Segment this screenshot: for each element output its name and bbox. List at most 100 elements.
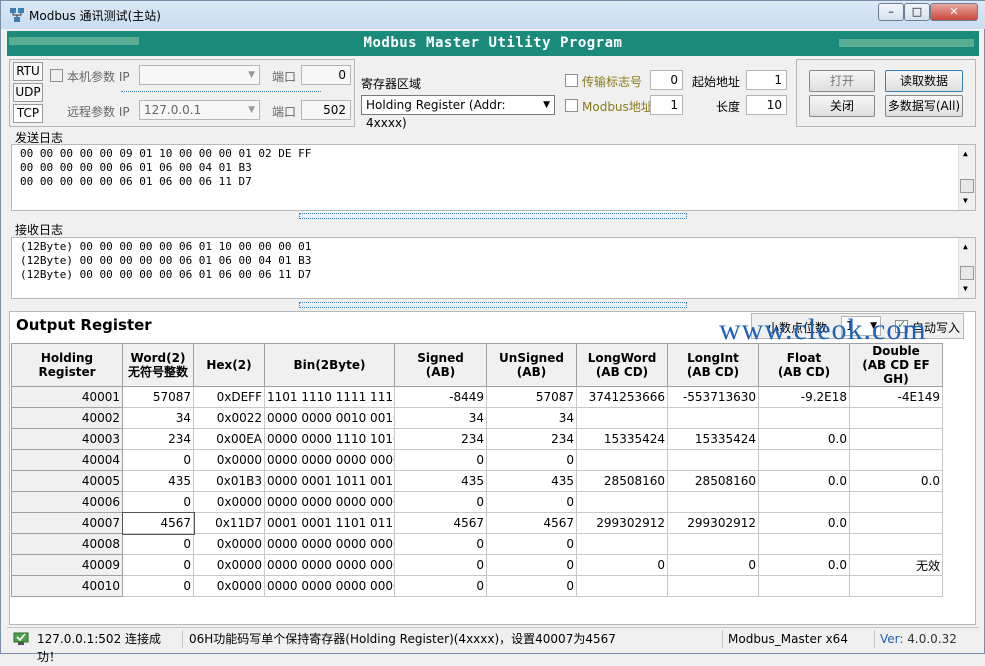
table-cell[interactable]: 0: [486, 554, 577, 576]
table-cell[interactable]: 4567: [394, 512, 487, 534]
table-cell[interactable]: [667, 407, 759, 429]
register-area-select[interactable]: Holding Register (Addr: 4xxxx) ▼: [361, 95, 555, 130]
table-cell[interactable]: 0: [122, 491, 194, 513]
protocol-udp-button[interactable]: UDP: [13, 83, 43, 102]
table-cell[interactable]: 0: [122, 533, 194, 555]
column-header[interactable]: Double (AB CD EF GH): [849, 343, 943, 387]
column-header[interactable]: Hex(2): [193, 343, 265, 387]
table-cell[interactable]: 15335424: [667, 428, 759, 450]
table-cell[interactable]: 0x01B3: [193, 470, 265, 492]
table-row[interactable]: 40008 0 0x0000 0000 0000 0000 0000 0 0: [11, 533, 943, 555]
local-port-field[interactable]: 0: [301, 65, 351, 85]
maximize-button[interactable]: □: [904, 3, 930, 21]
table-cell[interactable]: [576, 533, 668, 555]
register-address-cell[interactable]: 40006: [11, 491, 123, 513]
table-cell[interactable]: 34: [394, 407, 487, 429]
table-cell[interactable]: 435: [486, 470, 577, 492]
table-row[interactable]: 40007 4567 0x11D7 0001 0001 1101 0111 4567 45…: [11, 511, 943, 535]
table-cell[interactable]: [849, 449, 943, 471]
table-cell[interactable]: [849, 491, 943, 513]
remote-port-field[interactable]: 502: [301, 100, 351, 120]
table-cell[interactable]: 0: [394, 533, 487, 555]
table-row[interactable]: 40002 34 0x0022 0000 0000 0010 0010 34 34: [11, 407, 943, 429]
table-cell[interactable]: 0000 0000 0000 0000: [264, 533, 395, 555]
transfer-flag-field[interactable]: 0: [650, 70, 683, 90]
table-cell[interactable]: 299302912: [576, 512, 668, 534]
column-header[interactable]: Bin(2Byte): [264, 343, 395, 387]
table-cell[interactable]: [667, 575, 759, 597]
table-cell[interactable]: 4567: [121, 511, 195, 535]
table-cell[interactable]: 28508160: [667, 470, 759, 492]
modbus-addr-checkbox[interactable]: [565, 99, 578, 112]
table-cell[interactable]: 0000 0001 1011 0011: [264, 470, 395, 492]
table-cell[interactable]: 0x0000: [193, 449, 265, 471]
table-cell[interactable]: 3741253666: [576, 386, 668, 408]
table-cell[interactable]: 0: [576, 554, 668, 576]
local-ip-select[interactable]: ▼: [139, 65, 260, 85]
table-cell[interactable]: [758, 491, 850, 513]
length-field[interactable]: 10: [746, 95, 787, 115]
table-cell[interactable]: 0.0: [758, 554, 850, 576]
table-cell[interactable]: 0: [486, 575, 577, 597]
scroll-up-icon[interactable]: ▲: [963, 240, 968, 254]
table-cell[interactable]: 0x0022: [193, 407, 265, 429]
table-cell[interactable]: [758, 407, 850, 429]
table-cell[interactable]: 0000 0000 1110 1010: [264, 428, 395, 450]
table-cell[interactable]: 435: [122, 470, 194, 492]
table-cell[interactable]: [849, 512, 943, 534]
table-cell[interactable]: 0000 0000 0010 0010: [264, 407, 395, 429]
table-row[interactable]: 40005 435 0x01B3 0000 0001 1011 0011 435 435 2…: [11, 470, 943, 492]
table-cell[interactable]: [667, 533, 759, 555]
table-cell[interactable]: 0x0000: [193, 491, 265, 513]
local-params-checkbox[interactable]: [50, 69, 63, 82]
table-cell[interactable]: [849, 533, 943, 555]
open-button[interactable]: 打开: [809, 70, 875, 92]
splitter-handle[interactable]: [299, 213, 687, 219]
protocol-tcp-button[interactable]: TCP: [13, 104, 43, 123]
table-cell[interactable]: 57087: [122, 386, 194, 408]
table-cell[interactable]: 0000 0000 0000 0000: [264, 554, 395, 576]
recv-log-scrollbar[interactable]: ▲ ▼: [958, 238, 975, 298]
scroll-thumb[interactable]: [960, 179, 974, 193]
table-cell[interactable]: [849, 575, 943, 597]
column-header[interactable]: UnSigned (AB): [486, 343, 577, 387]
register-address-cell[interactable]: 40007: [11, 512, 123, 534]
close-window-button[interactable]: ✕: [930, 3, 978, 21]
table-cell[interactable]: 57087: [486, 386, 577, 408]
table-cell[interactable]: 0: [394, 575, 487, 597]
table-cell[interactable]: -4E149: [849, 386, 943, 408]
table-cell[interactable]: 0x11D7: [193, 512, 265, 534]
table-row[interactable]: 40001 57087 0xDEFF 1101 1110 1111 1111 -8449…: [11, 386, 943, 408]
table-cell[interactable]: 34: [122, 407, 194, 429]
close-button[interactable]: 关闭: [809, 95, 875, 117]
table-cell[interactable]: 0: [486, 449, 577, 471]
table-cell[interactable]: 0x0000: [193, 554, 265, 576]
column-header[interactable]: LongInt (AB CD): [667, 343, 759, 387]
modbus-addr-field[interactable]: 1: [650, 95, 683, 115]
table-cell[interactable]: -8449: [394, 386, 487, 408]
multi-write-button[interactable]: 多数据写(All): [885, 95, 963, 117]
protocol-rtu-button[interactable]: RTU: [13, 62, 43, 81]
table-cell[interactable]: 0000 0000 0000 0000: [264, 449, 395, 471]
table-cell[interactable]: 0: [394, 449, 487, 471]
table-cell[interactable]: [667, 449, 759, 471]
table-cell[interactable]: 0x00EA: [193, 428, 265, 450]
table-cell[interactable]: 0.0: [758, 428, 850, 450]
table-cell[interactable]: 435: [394, 470, 487, 492]
column-header[interactable]: Signed (AB): [394, 343, 487, 387]
table-cell[interactable]: [576, 449, 668, 471]
remote-ip-select[interactable]: 127.0.0.1 ▼: [139, 100, 260, 120]
register-address-cell[interactable]: 40002: [11, 407, 123, 429]
table-cell[interactable]: -553713630: [667, 386, 759, 408]
scroll-down-icon[interactable]: ▼: [963, 194, 968, 208]
table-row[interactable]: 40006 0 0x0000 0000 0000 0000 0000 0 0: [11, 491, 943, 513]
table-row[interactable]: 40003 234 0x00EA 0000 0000 1110 1010 234 234 1…: [11, 428, 943, 450]
table-cell[interactable]: [758, 449, 850, 471]
table-cell[interactable]: 0xDEFF: [193, 386, 265, 408]
scroll-thumb[interactable]: [960, 266, 974, 280]
table-cell[interactable]: [576, 491, 668, 513]
table-cell[interactable]: 0: [122, 449, 194, 471]
table-cell[interactable]: 0: [486, 533, 577, 555]
table-cell[interactable]: 234: [122, 428, 194, 450]
table-cell[interactable]: -9.2E18: [758, 386, 850, 408]
